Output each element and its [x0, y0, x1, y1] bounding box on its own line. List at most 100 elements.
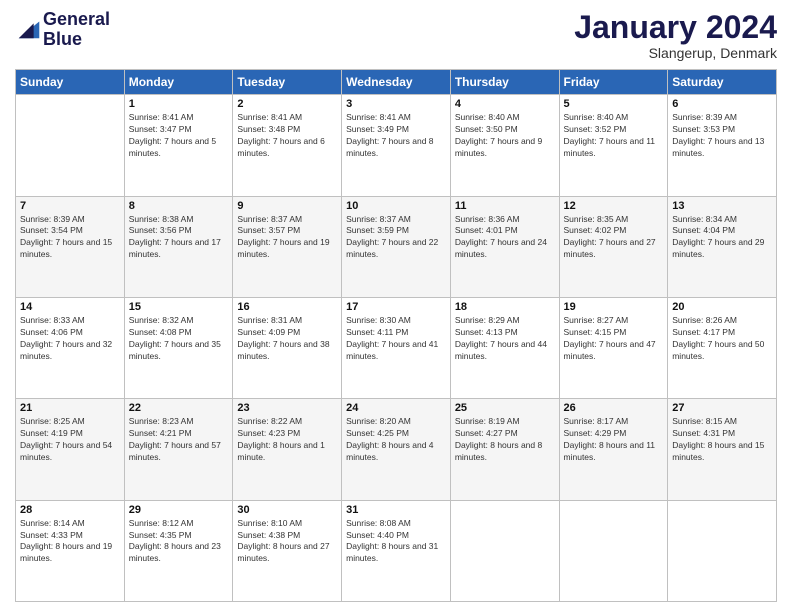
- calendar-cell: 31 Sunrise: 8:08 AMSunset: 4:40 PMDayligh…: [342, 500, 451, 601]
- calendar-table: SundayMondayTuesdayWednesdayThursdayFrid…: [15, 69, 777, 602]
- day-info: Sunrise: 8:39 AMSunset: 3:54 PMDaylight:…: [20, 214, 120, 262]
- day-number: 12: [564, 200, 664, 212]
- day-info: Sunrise: 8:40 AMSunset: 3:50 PMDaylight:…: [455, 112, 555, 160]
- day-number: 14: [20, 301, 120, 313]
- day-info: Sunrise: 8:26 AMSunset: 4:17 PMDaylight:…: [672, 315, 772, 363]
- logo-text: General Blue: [43, 10, 110, 50]
- day-info: Sunrise: 8:22 AMSunset: 4:23 PMDaylight:…: [237, 416, 337, 464]
- calendar-cell: 30 Sunrise: 8:10 AMSunset: 4:38 PMDayligh…: [233, 500, 342, 601]
- calendar-cell: [559, 500, 668, 601]
- day-info: Sunrise: 8:23 AMSunset: 4:21 PMDaylight:…: [129, 416, 229, 464]
- calendar-week-row: 21 Sunrise: 8:25 AMSunset: 4:19 PMDayligh…: [16, 399, 777, 500]
- weekday-header-friday: Friday: [559, 70, 668, 95]
- day-number: 10: [346, 200, 446, 212]
- day-number: 21: [20, 402, 120, 414]
- day-number: 31: [346, 504, 446, 516]
- weekday-header-saturday: Saturday: [668, 70, 777, 95]
- weekday-header-sunday: Sunday: [16, 70, 125, 95]
- day-number: 16: [237, 301, 337, 313]
- day-info: Sunrise: 8:31 AMSunset: 4:09 PMDaylight:…: [237, 315, 337, 363]
- day-number: 4: [455, 98, 555, 110]
- logo: General Blue: [15, 10, 110, 50]
- day-number: 9: [237, 200, 337, 212]
- day-info: Sunrise: 8:08 AMSunset: 4:40 PMDaylight:…: [346, 518, 446, 566]
- day-number: 25: [455, 402, 555, 414]
- day-info: Sunrise: 8:35 AMSunset: 4:02 PMDaylight:…: [564, 214, 664, 262]
- day-info: Sunrise: 8:27 AMSunset: 4:15 PMDaylight:…: [564, 315, 664, 363]
- calendar-cell: 6 Sunrise: 8:39 AMSunset: 3:53 PMDaylight…: [668, 95, 777, 196]
- day-number: 7: [20, 200, 120, 212]
- day-info: Sunrise: 8:33 AMSunset: 4:06 PMDaylight:…: [20, 315, 120, 363]
- day-number: 6: [672, 98, 772, 110]
- day-number: 3: [346, 98, 446, 110]
- day-info: Sunrise: 8:15 AMSunset: 4:31 PMDaylight:…: [672, 416, 772, 464]
- weekday-header-tuesday: Tuesday: [233, 70, 342, 95]
- location: Slangerup, Denmark: [574, 45, 777, 61]
- calendar-cell: 22 Sunrise: 8:23 AMSunset: 4:21 PMDayligh…: [124, 399, 233, 500]
- day-number: 19: [564, 301, 664, 313]
- day-info: Sunrise: 8:20 AMSunset: 4:25 PMDaylight:…: [346, 416, 446, 464]
- weekday-header-thursday: Thursday: [450, 70, 559, 95]
- day-number: 17: [346, 301, 446, 313]
- calendar-cell: 7 Sunrise: 8:39 AMSunset: 3:54 PMDaylight…: [16, 196, 125, 297]
- calendar-cell: 10Sunrise: 8:37 AMSunset: 3:59 PMDayligh…: [342, 196, 451, 297]
- calendar-cell: 13 Sunrise: 8:34 AMSunset: 4:04 PMDayligh…: [668, 196, 777, 297]
- day-info: Sunrise: 8:41 AMSunset: 3:48 PMDaylight:…: [237, 112, 337, 160]
- day-number: 29: [129, 504, 229, 516]
- day-number: 1: [129, 98, 229, 110]
- calendar-cell: 27 Sunrise: 8:15 AMSunset: 4:31 PMDayligh…: [668, 399, 777, 500]
- calendar-cell: 4 Sunrise: 8:40 AMSunset: 3:50 PMDaylight…: [450, 95, 559, 196]
- calendar-cell: 1 Sunrise: 8:41 AMSunset: 3:47 PMDaylight…: [124, 95, 233, 196]
- day-number: 13: [672, 200, 772, 212]
- day-info: Sunrise: 8:19 AMSunset: 4:27 PMDaylight:…: [455, 416, 555, 464]
- calendar-cell: 14 Sunrise: 8:33 AMSunset: 4:06 PMDayligh…: [16, 297, 125, 398]
- header: General Blue January 2024 Slangerup, Den…: [15, 10, 777, 61]
- calendar-cell: 8Sunrise: 8:38 AMSunset: 3:56 PMDaylight…: [124, 196, 233, 297]
- calendar-cell: 15 Sunrise: 8:32 AMSunset: 4:08 PMDayligh…: [124, 297, 233, 398]
- day-number: 2: [237, 98, 337, 110]
- day-number: 8: [129, 200, 229, 212]
- day-info: Sunrise: 8:39 AMSunset: 3:53 PMDaylight:…: [672, 112, 772, 160]
- calendar-cell: 19 Sunrise: 8:27 AMSunset: 4:15 PMDayligh…: [559, 297, 668, 398]
- calendar-cell: 3 Sunrise: 8:41 AMSunset: 3:49 PMDaylight…: [342, 95, 451, 196]
- day-info: Sunrise: 8:37 AMSunset: 3:57 PMDaylight:…: [237, 214, 337, 262]
- day-info: Sunrise: 8:40 AMSunset: 3:52 PMDaylight:…: [564, 112, 664, 160]
- day-number: 18: [455, 301, 555, 313]
- day-info: Sunrise: 8:32 AMSunset: 4:08 PMDaylight:…: [129, 315, 229, 363]
- calendar-cell: 21 Sunrise: 8:25 AMSunset: 4:19 PMDayligh…: [16, 399, 125, 500]
- day-number: 15: [129, 301, 229, 313]
- calendar-cell: 17Sunrise: 8:30 AMSunset: 4:11 PMDayligh…: [342, 297, 451, 398]
- day-number: 5: [564, 98, 664, 110]
- weekday-header-row: SundayMondayTuesdayWednesdayThursdayFrid…: [16, 70, 777, 95]
- day-info: Sunrise: 8:41 AMSunset: 3:47 PMDaylight:…: [129, 112, 229, 160]
- day-info: Sunrise: 8:14 AMSunset: 4:33 PMDaylight:…: [20, 518, 120, 566]
- day-number: 11: [455, 200, 555, 212]
- calendar-cell: 25 Sunrise: 8:19 AMSunset: 4:27 PMDayligh…: [450, 399, 559, 500]
- calendar-cell: 26Sunrise: 8:17 AMSunset: 4:29 PMDayligh…: [559, 399, 668, 500]
- day-info: Sunrise: 8:25 AMSunset: 4:19 PMDaylight:…: [20, 416, 120, 464]
- day-number: 22: [129, 402, 229, 414]
- page: General Blue January 2024 Slangerup, Den…: [0, 0, 792, 612]
- calendar-cell: 2 Sunrise: 8:41 AMSunset: 3:48 PMDaylight…: [233, 95, 342, 196]
- day-info: Sunrise: 8:36 AMSunset: 4:01 PMDaylight:…: [455, 214, 555, 262]
- title-block: January 2024 Slangerup, Denmark: [574, 10, 777, 61]
- day-number: 20: [672, 301, 772, 313]
- day-info: Sunrise: 8:34 AMSunset: 4:04 PMDaylight:…: [672, 214, 772, 262]
- calendar-cell: 24Sunrise: 8:20 AMSunset: 4:25 PMDayligh…: [342, 399, 451, 500]
- calendar-cell: [16, 95, 125, 196]
- month-title: January 2024: [574, 10, 777, 45]
- calendar-cell: 12 Sunrise: 8:35 AMSunset: 4:02 PMDayligh…: [559, 196, 668, 297]
- day-number: 27: [672, 402, 772, 414]
- day-number: 30: [237, 504, 337, 516]
- day-info: Sunrise: 8:29 AMSunset: 4:13 PMDaylight:…: [455, 315, 555, 363]
- logo-icon: [15, 14, 43, 42]
- calendar-cell: 29Sunrise: 8:12 AMSunset: 4:35 PMDayligh…: [124, 500, 233, 601]
- day-info: Sunrise: 8:10 AMSunset: 4:38 PMDaylight:…: [237, 518, 337, 566]
- day-number: 28: [20, 504, 120, 516]
- calendar-cell: 18 Sunrise: 8:29 AMSunset: 4:13 PMDayligh…: [450, 297, 559, 398]
- calendar-cell: 5 Sunrise: 8:40 AMSunset: 3:52 PMDaylight…: [559, 95, 668, 196]
- day-number: 26: [564, 402, 664, 414]
- day-info: Sunrise: 8:41 AMSunset: 3:49 PMDaylight:…: [346, 112, 446, 160]
- calendar-cell: [450, 500, 559, 601]
- calendar-cell: 16 Sunrise: 8:31 AMSunset: 4:09 PMDayligh…: [233, 297, 342, 398]
